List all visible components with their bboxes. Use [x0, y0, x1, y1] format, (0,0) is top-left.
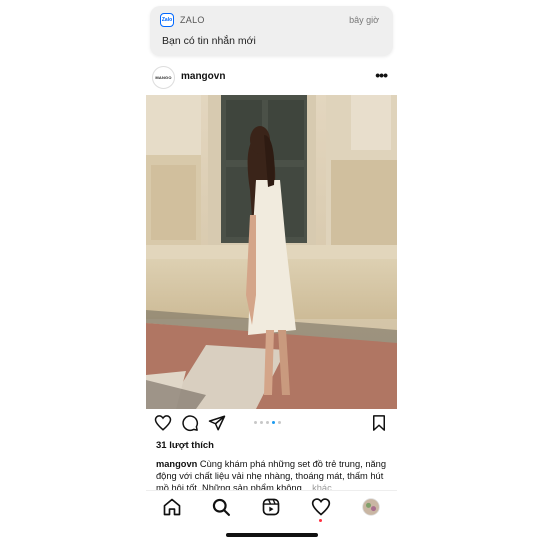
carousel-dot	[278, 421, 281, 424]
notification-app-name: ZALO	[180, 15, 205, 25]
activity-dot	[319, 519, 322, 522]
post-image	[146, 95, 397, 409]
home-indicator	[226, 533, 318, 537]
zalo-app-icon: Zalo	[160, 13, 174, 27]
carousel-dot	[266, 421, 269, 424]
post-actions	[146, 412, 397, 434]
reels-icon[interactable]	[261, 497, 281, 517]
home-icon[interactable]	[162, 497, 182, 517]
send-icon[interactable]	[208, 414, 226, 432]
carousel-dot-active	[272, 421, 275, 424]
carousel-indicator	[254, 421, 281, 424]
notification-time: bây giờ	[349, 15, 379, 25]
bookmark-icon[interactable]	[370, 414, 388, 432]
comment-icon[interactable]	[181, 414, 199, 432]
carousel-dot	[254, 421, 257, 424]
caption-username[interactable]: mangovn	[156, 459, 197, 469]
heart-icon[interactable]	[154, 414, 172, 432]
post-caption: mangovn Cùng khám phá những set đồ trẻ t…	[156, 458, 392, 494]
search-icon[interactable]	[211, 497, 231, 517]
bottom-nav	[146, 490, 397, 524]
instagram-screen: Zalo ZALO bây giờ Bạn có tin nhắn mới MA…	[146, 0, 397, 543]
post-header: MANGO mangovn •••	[146, 64, 397, 92]
post-photo[interactable]	[146, 95, 397, 409]
likes-count[interactable]: 31 lượt thích	[156, 440, 214, 451]
account-avatar[interactable]: MANGO	[152, 66, 175, 89]
notification-message: Bạn có tin nhắn mới	[162, 35, 256, 47]
profile-avatar[interactable]	[361, 497, 381, 517]
account-username[interactable]: mangovn	[181, 71, 225, 82]
activity-heart-icon[interactable]	[311, 497, 331, 517]
carousel-dot	[260, 421, 263, 424]
zalo-notification[interactable]: Zalo ZALO bây giờ Bạn có tin nhắn mới	[150, 6, 393, 56]
more-horizontal-icon[interactable]: •••	[375, 67, 388, 83]
